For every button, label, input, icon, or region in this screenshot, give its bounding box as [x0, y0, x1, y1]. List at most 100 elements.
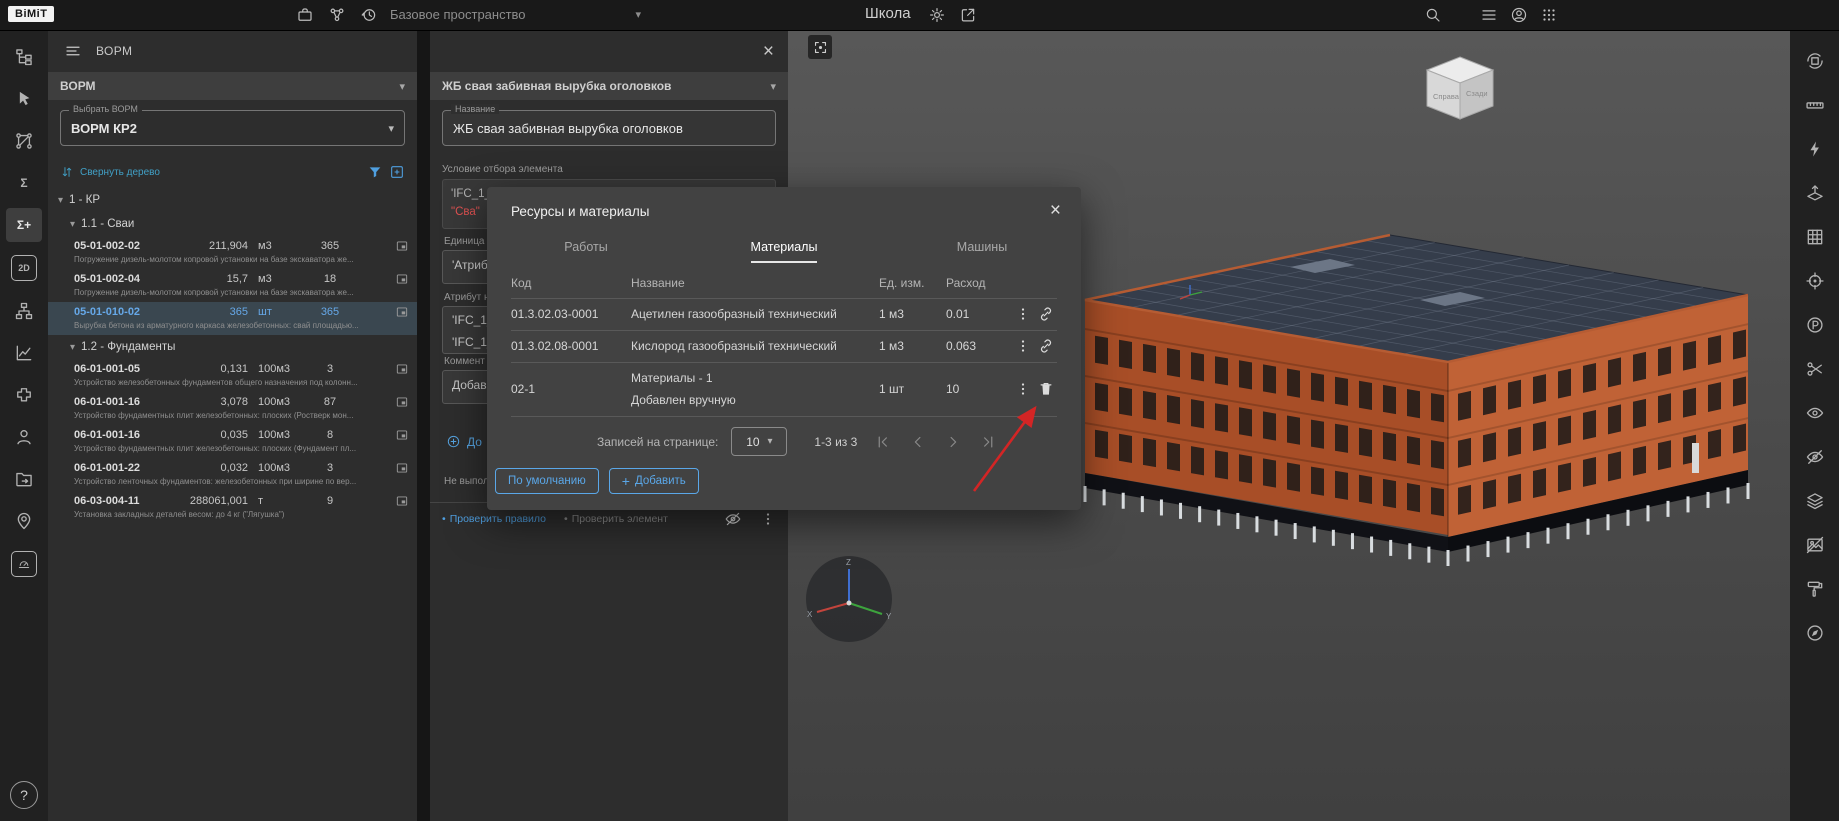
tree-group[interactable]: ▾1 - КР — [48, 188, 417, 212]
pip-flag-icon[interactable] — [395, 239, 409, 253]
select-cursor-icon[interactable] — [6, 82, 42, 116]
briefcase-icon[interactable] — [296, 6, 314, 24]
panel-menu-icon[interactable] — [64, 42, 82, 60]
workspace-selector[interactable]: Базовое пространство ▾ — [390, 7, 641, 22]
close-panel-icon[interactable]: × — [763, 41, 774, 63]
puzzle-icon[interactable] — [6, 378, 42, 412]
collapse-triangle-icon[interactable]: ▾ — [70, 342, 75, 353]
structure-tree-icon[interactable] — [6, 40, 42, 74]
image-off-icon[interactable] — [1797, 528, 1833, 562]
collapse-triangle-icon[interactable]: ▾ — [70, 219, 75, 230]
ruler-icon[interactable] — [1797, 88, 1833, 122]
gear-icon[interactable] — [928, 6, 946, 24]
rule-section-header[interactable]: ЖБ свая забивная вырубка оголовков ▾ — [430, 72, 788, 100]
pip-flag-icon[interactable] — [395, 461, 409, 475]
eye-off-icon[interactable] — [724, 510, 742, 528]
check-element-link[interactable]: •Проверить элемент — [564, 513, 668, 525]
share-icon[interactable] — [959, 6, 977, 24]
tree-item[interactable]: 06-01-001-050,131100м33Устройство железо… — [48, 359, 417, 392]
building-model[interactable] — [1040, 215, 1750, 585]
pip-flag-icon[interactable] — [395, 428, 409, 442]
focus-mode-icon[interactable] — [808, 35, 832, 59]
scissors-icon[interactable] — [1797, 352, 1833, 386]
collab-icon[interactable] — [328, 6, 346, 24]
rows-per-page-select[interactable]: 10▾ — [731, 427, 787, 456]
p-circle-icon[interactable] — [1797, 308, 1833, 342]
eye-icon[interactable] — [1797, 396, 1833, 430]
expand-frame-icon[interactable] — [389, 164, 405, 180]
bolt-icon[interactable] — [1797, 132, 1833, 166]
table-row[interactable]: 01.3.02.03-0001Ацетилен газообразный тех… — [511, 298, 1057, 330]
pip-flag-icon[interactable] — [395, 362, 409, 376]
tree-item[interactable]: 05-01-002-0415,7м318Погружение дизель-мо… — [48, 269, 417, 302]
last-page-icon[interactable] — [979, 433, 997, 451]
collapse-tree-link[interactable]: Свернуть дерево — [80, 167, 160, 178]
collapse-triangle-icon[interactable]: ▾ — [58, 195, 63, 206]
shared-folder-icon[interactable] — [6, 462, 42, 496]
add-button[interactable]: +Добавить — [609, 468, 699, 494]
link-icon[interactable] — [1035, 305, 1057, 323]
apps-icon[interactable] — [1540, 6, 1558, 24]
section-plane-icon[interactable] — [1797, 176, 1833, 210]
vorm-section-header[interactable]: ВОРМ ▾ — [48, 72, 417, 100]
tree-group[interactable]: ▾1.1 - Сваи — [48, 212, 417, 236]
tab-works[interactable]: Работы — [487, 232, 685, 260]
org-chart-icon[interactable] — [6, 294, 42, 328]
help-button[interactable]: ? — [10, 781, 38, 809]
view-cube-left-label[interactable]: Справа — [1433, 92, 1460, 101]
rule-name-field[interactable]: Название ЖБ свая забивная вырубка оголов… — [442, 110, 776, 146]
user-icon[interactable] — [6, 420, 42, 454]
tree-item[interactable]: 06-01-001-163,078100м387Устройство фунда… — [48, 392, 417, 425]
axis-gizmo[interactable]: Z Y X — [803, 553, 895, 645]
view-cube[interactable]: Справа Сзади — [1420, 55, 1500, 127]
tree-item[interactable]: 06-01-001-220,032100м33Устройство ленточ… — [48, 458, 417, 491]
row-menu-kebab-icon[interactable] — [1011, 306, 1035, 322]
tree-item[interactable]: 05-01-010-02365шт365Вырубка бетона из ар… — [48, 302, 417, 335]
check-rule-link[interactable]: •Проверить правило — [442, 513, 546, 525]
next-page-icon[interactable] — [944, 433, 962, 451]
pip-flag-icon[interactable] — [395, 395, 409, 409]
layers-icon[interactable] — [1797, 484, 1833, 518]
add-link[interactable]: До — [446, 434, 482, 449]
more-menu-kebab-icon[interactable] — [760, 511, 776, 527]
sum-plus-icon[interactable]: Σ+ — [6, 208, 42, 242]
eye-off-icon[interactable] — [1797, 440, 1833, 474]
paint-roller-icon[interactable] — [1797, 572, 1833, 606]
pip-flag-icon[interactable] — [395, 272, 409, 286]
tab-materials[interactable]: Материалы — [685, 232, 883, 260]
first-page-icon[interactable] — [874, 433, 892, 451]
compass-icon[interactable] — [1797, 616, 1833, 650]
orbit-cube-icon[interactable] — [1797, 44, 1833, 78]
filter-icon[interactable] — [367, 164, 383, 180]
gauge-icon[interactable] — [11, 551, 37, 577]
vorm-select[interactable]: Выбрать ВОРМ ВОРМ КР2 ▾ — [60, 110, 405, 146]
search-icon[interactable] — [1424, 6, 1442, 24]
tree-group[interactable]: ▾1.2 - Фундаменты — [48, 335, 417, 359]
row-menu-kebab-icon[interactable] — [1011, 381, 1035, 397]
prev-page-icon[interactable] — [909, 433, 927, 451]
target-icon[interactable] — [1797, 264, 1833, 298]
pip-flag-icon[interactable] — [395, 494, 409, 508]
view-cube-right-label[interactable]: Сзади — [1466, 89, 1488, 98]
line-chart-icon[interactable] — [6, 336, 42, 370]
row-menu-kebab-icon[interactable] — [1011, 338, 1035, 354]
tree-item[interactable]: 06-01-001-160,035100м38Устройство фундам… — [48, 425, 417, 458]
data-table-icon[interactable] — [1797, 220, 1833, 254]
default-button[interactable]: По умолчанию — [495, 468, 599, 494]
sum-icon[interactable]: Σ — [6, 166, 42, 200]
tab-machines[interactable]: Машины — [883, 232, 1081, 260]
tree-item[interactable]: 06-03-004-11288061,001т9Установка заклад… — [48, 491, 417, 524]
user-pin-icon[interactable] — [6, 504, 42, 538]
table-row[interactable]: 01.3.02.08-0001Кислород газообразный тех… — [511, 330, 1057, 362]
pip-flag-icon[interactable] — [395, 305, 409, 319]
delete-trash-icon[interactable] — [1035, 380, 1057, 398]
account-icon[interactable] — [1510, 6, 1528, 24]
list-icon[interactable] — [1480, 6, 1498, 24]
connections-icon[interactable] — [6, 124, 42, 158]
close-modal-icon[interactable]: × — [1050, 200, 1061, 222]
view-2d-icon[interactable]: 2D — [11, 255, 37, 281]
link-icon[interactable] — [1035, 337, 1057, 355]
history-icon[interactable] — [360, 6, 378, 24]
table-row[interactable]: 02-1Материалы - 1Добавлен вручную1 шт10 — [511, 362, 1057, 417]
tree-item[interactable]: 05-01-002-02211,904м3365Погружение дизел… — [48, 236, 417, 269]
